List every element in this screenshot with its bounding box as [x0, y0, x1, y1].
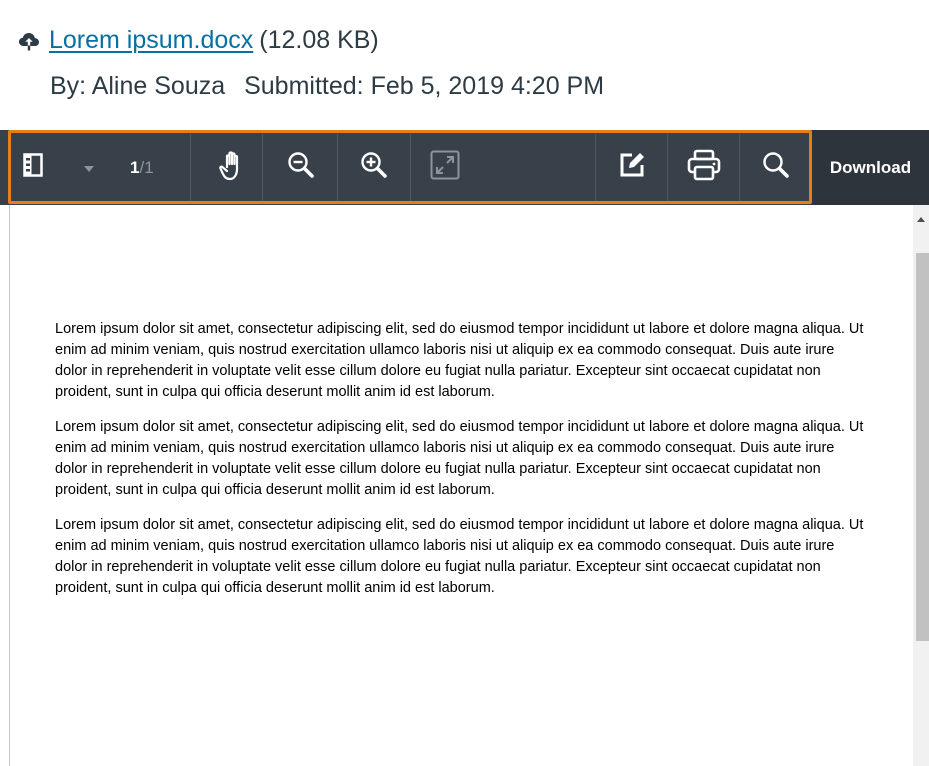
- page-counter: 1 / 1: [130, 130, 154, 205]
- file-line: Lorem ipsum.docx (12.08 KB): [17, 22, 379, 58]
- pan-tool-button[interactable]: [196, 130, 262, 205]
- pan-hand-icon: [214, 149, 244, 186]
- download-button[interactable]: Download: [812, 130, 929, 205]
- document-content: Lorem ipsum dolor sit amet, consectetur …: [55, 319, 865, 613]
- submitted-date: Feb 5, 2019 4:20 PM: [370, 72, 605, 100]
- toolbar-separator: [595, 134, 596, 201]
- annotate-button[interactable]: [597, 130, 667, 205]
- document-paragraph: Lorem ipsum dolor sit amet, consectetur …: [55, 419, 864, 498]
- by-label: By:: [50, 72, 87, 100]
- toolbar-separator: [739, 134, 740, 201]
- zoom-out-icon: [287, 151, 315, 184]
- toolbar-separator: [667, 134, 668, 201]
- sidebar-toggle-icon: [23, 153, 43, 182]
- file-size: (12.08 KB): [259, 25, 379, 54]
- document-paragraph: Lorem ipsum dolor sit amet, consectetur …: [55, 517, 864, 596]
- fullscreen-button[interactable]: [412, 130, 478, 205]
- document-paragraph: Lorem ipsum dolor sit amet, consectetur …: [55, 321, 864, 400]
- search-icon: [762, 151, 790, 184]
- toolbar-separator: [190, 134, 191, 201]
- submitted-label: Submitted:: [244, 72, 364, 100]
- fullscreen-icon: [430, 150, 460, 185]
- file-name-link[interactable]: Lorem ipsum.docx: [49, 26, 253, 55]
- print-icon: [687, 149, 721, 186]
- cloud-upload-icon: [17, 28, 41, 52]
- scroll-up-button[interactable]: [913, 213, 929, 225]
- chevron-down-icon: [84, 159, 94, 177]
- search-button[interactable]: [741, 130, 811, 205]
- author-name: Aline Souza: [91, 72, 226, 100]
- zoom-out-button[interactable]: [265, 130, 337, 205]
- toolbar-separator: [262, 134, 263, 201]
- print-button[interactable]: [669, 130, 739, 205]
- toolbar-separator: [410, 134, 411, 201]
- submission-preview-page: Lorem ipsum.docx (12.08 KB) By: Aline So…: [0, 0, 929, 766]
- submission-meta: By: Aline Souza Submitted: Feb 5, 2019 4…: [50, 72, 604, 101]
- zoom-in-icon: [360, 151, 388, 184]
- scrollbar-thumb[interactable]: [916, 253, 929, 641]
- annotate-icon: [618, 151, 646, 184]
- viewer-scrollbar[interactable]: [913, 205, 929, 766]
- sidebar-dropdown-button[interactable]: [80, 130, 98, 205]
- sidebar-toggle-button[interactable]: [22, 130, 44, 205]
- zoom-in-button[interactable]: [338, 130, 410, 205]
- current-page: 1: [130, 157, 140, 177]
- total-pages: 1: [144, 157, 154, 177]
